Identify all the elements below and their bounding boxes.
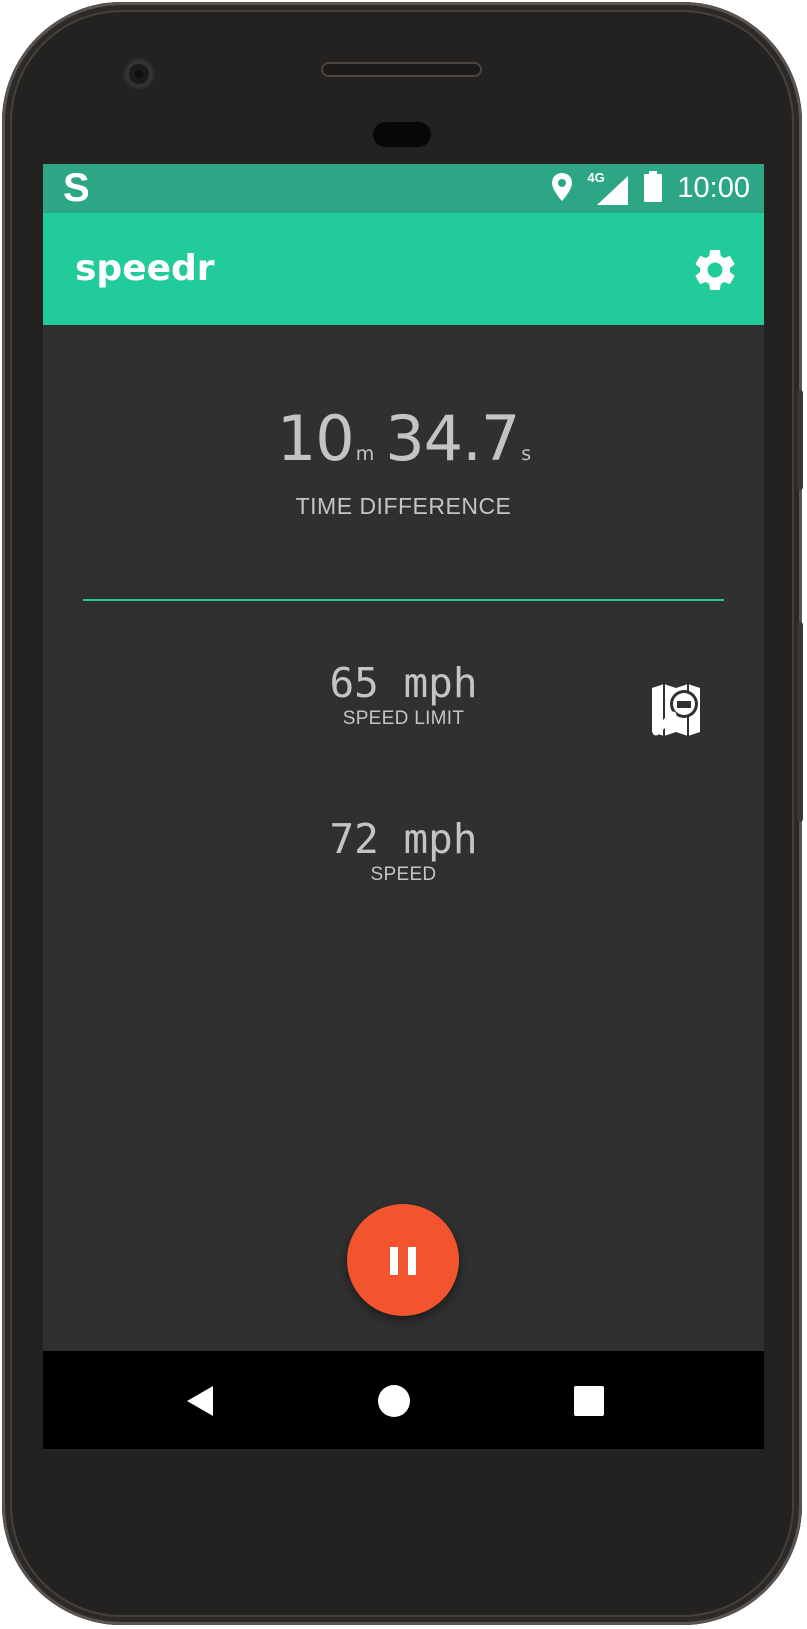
phone-side-button-lower [797,622,803,822]
earpiece-speaker [321,62,482,77]
phone-frame: S 4G 10:00 speedr 10 m 34.7 s TIME DIFFE… [2,2,803,1625]
location-pin-icon [551,172,573,206]
time-minutes: 10 [276,402,355,475]
status-icons: 4G 10:00 [551,164,750,213]
app-title: speedr [75,248,215,289]
speed-value: 72 mph [329,815,478,863]
battery-icon [643,170,663,207]
status-app-badge: S [63,166,90,210]
speed-limit-source-button[interactable] [648,682,704,738]
speed: 72 mph SPEED [43,814,764,886]
time-minutes-unit: m [355,443,374,465]
time-seconds: 34.7 [385,402,520,475]
status-time: 10:00 [677,172,750,204]
time-difference-label: TIME DIFFERENCE [295,493,512,519]
map-search-icon [652,684,700,736]
time-difference-value: 10 m 34.7 s [43,404,764,489]
nav-recents-button[interactable] [565,1377,613,1425]
front-camera [125,60,153,88]
nav-home-button[interactable] [370,1377,418,1425]
time-difference: 10 m 34.7 s TIME DIFFERENCE [43,404,764,520]
navigation-bar [43,1351,764,1449]
screen: S 4G 10:00 speedr 10 m 34.7 s TIME DIFFE… [43,164,764,1449]
pause-button[interactable] [347,1204,459,1316]
back-triangle-icon [187,1386,213,1416]
status-bar: S 4G 10:00 [43,164,764,213]
gear-icon [695,250,735,290]
home-circle-icon [378,1385,410,1417]
settings-button[interactable] [690,245,740,295]
app-bar: speedr [43,213,764,325]
speed-label: SPEED [370,864,437,885]
phone-side-button-upper [797,390,803,490]
time-seconds-unit: s [521,443,531,465]
proximity-sensor [373,122,431,147]
cell-signal-icon: 4G [587,170,629,206]
section-divider [83,599,724,601]
recents-square-icon [574,1386,604,1416]
nav-back-button[interactable] [175,1377,223,1425]
